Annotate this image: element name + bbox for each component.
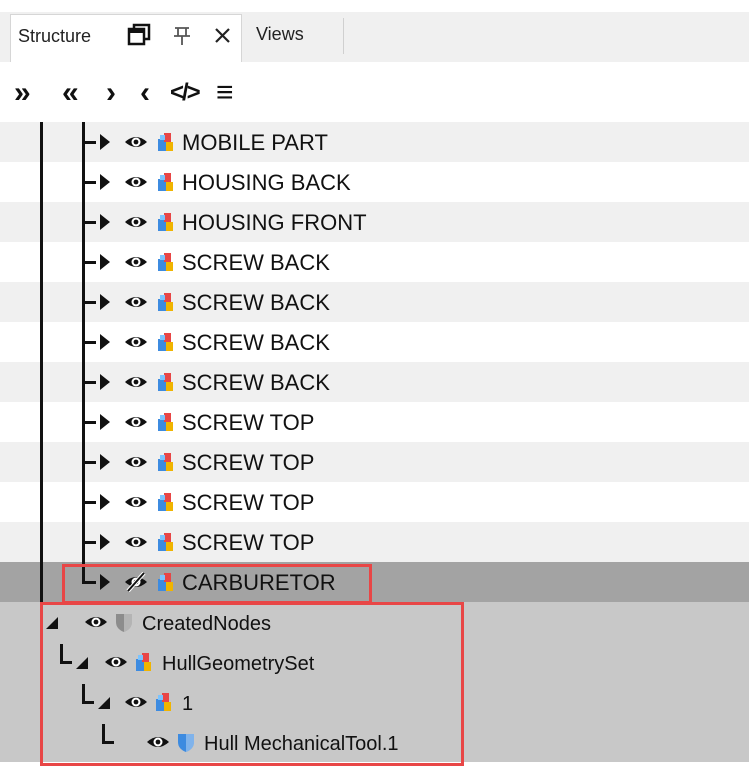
part-multicolor-icon [156, 491, 176, 518]
part-multicolor-icon [156, 531, 176, 558]
highlight-box-created-nodes [40, 602, 464, 766]
expand-all-button[interactable]: » [14, 76, 31, 110]
highlight-box-carburetor [62, 564, 372, 604]
expand-arrow-icon[interactable] [98, 253, 112, 276]
tree-node-label[interactable]: SCREW TOP [182, 451, 314, 475]
tree-connector-line [82, 381, 96, 384]
visibility-eye-icon[interactable] [124, 532, 148, 557]
tree-connector-line [82, 301, 96, 304]
tree-node-label[interactable]: SCREW BACK [182, 371, 330, 395]
tree-connector-line [82, 181, 96, 184]
part-multicolor-icon [156, 331, 176, 358]
tree-row[interactable]: HOUSING FRONT [0, 202, 749, 242]
visibility-eye-icon[interactable] [124, 452, 148, 477]
visibility-eye-icon[interactable] [124, 252, 148, 277]
code-view-button[interactable]: </> [170, 76, 201, 110]
tree-node-label[interactable]: HOUSING FRONT [182, 211, 367, 235]
tree-connector-line [82, 541, 96, 544]
expand-arrow-icon[interactable] [98, 213, 112, 236]
visibility-eye-icon[interactable] [124, 212, 148, 237]
visibility-eye-icon[interactable] [124, 492, 148, 517]
expand-arrow-icon[interactable] [98, 173, 112, 196]
tree-row[interactable]: SCREW BACK [0, 362, 749, 402]
expand-arrow-icon[interactable] [98, 413, 112, 436]
part-multicolor-icon [156, 411, 176, 438]
part-multicolor-icon [156, 291, 176, 318]
tree-node-label[interactable]: SCREW BACK [182, 331, 330, 355]
collapse-all-button[interactable]: « [62, 76, 79, 110]
part-multicolor-icon [156, 131, 176, 158]
tab-views[interactable]: Views [256, 24, 304, 45]
tree-node-label[interactable]: SCREW BACK [182, 291, 330, 315]
tree-node-label[interactable]: SCREW TOP [182, 491, 314, 515]
tree-connector-line [82, 141, 96, 144]
tree-row[interactable]: SCREW BACK [0, 322, 749, 362]
tab-structure-label[interactable]: Structure [18, 26, 91, 47]
visibility-eye-icon[interactable] [124, 412, 148, 437]
tree-row[interactable]: SCREW TOP [0, 482, 749, 522]
expand-arrow-icon[interactable] [98, 533, 112, 556]
tree-connector-line [82, 421, 96, 424]
expand-arrow-icon[interactable] [98, 293, 112, 316]
expand-arrow-icon[interactable] [98, 453, 112, 476]
tab-separator [343, 18, 344, 54]
float-window-icon[interactable] [126, 22, 152, 48]
tree-row[interactable]: SCREW TOP [0, 402, 749, 442]
pin-icon[interactable] [170, 22, 196, 48]
collapse-button[interactable]: ‹ [140, 76, 150, 110]
tree-row[interactable]: HOUSING BACK [0, 162, 749, 202]
tree-node-label[interactable]: SCREW TOP [182, 411, 314, 435]
part-multicolor-icon [156, 211, 176, 238]
tree-row[interactable]: SCREW BACK [0, 282, 749, 322]
tree-node-label[interactable]: SCREW BACK [182, 251, 330, 275]
tree-node-label[interactable]: MOBILE PART [182, 131, 328, 155]
visibility-eye-icon[interactable] [124, 292, 148, 317]
visibility-eye-icon[interactable] [124, 132, 148, 157]
tree-connector-line [82, 461, 96, 464]
tree-parent-line [40, 122, 43, 602]
tree-connector-line [82, 501, 96, 504]
expand-arrow-icon[interactable] [98, 133, 112, 156]
tree-connector-line [82, 221, 96, 224]
tree-row[interactable]: SCREW TOP [0, 442, 749, 482]
part-multicolor-icon [156, 251, 176, 278]
expand-arrow-icon[interactable] [98, 493, 112, 516]
tree-node-label[interactable]: HOUSING BACK [182, 171, 351, 195]
tree-row[interactable]: SCREW TOP [0, 522, 749, 562]
expand-button[interactable]: › [106, 76, 116, 110]
tree-connector-line [82, 261, 96, 264]
expand-arrow-icon[interactable] [98, 333, 112, 356]
tree-connector-line [82, 341, 96, 344]
tree-node-label[interactable]: SCREW TOP [182, 531, 314, 555]
structure-tree: MOBILE PART HOUSING BACK HOUSING FRONT SCRE… [0, 122, 749, 766]
panel-tab-strip: Structure Views [0, 0, 749, 62]
part-multicolor-icon [156, 171, 176, 198]
part-multicolor-icon [156, 451, 176, 478]
visibility-eye-icon[interactable] [124, 372, 148, 397]
expand-arrow-icon[interactable] [98, 373, 112, 396]
visibility-eye-icon[interactable] [124, 172, 148, 197]
part-multicolor-icon [156, 371, 176, 398]
visibility-eye-icon[interactable] [124, 332, 148, 357]
close-icon[interactable] [210, 22, 236, 48]
tree-row[interactable]: MOBILE PART [0, 122, 749, 162]
menu-button[interactable]: ≡ [216, 76, 234, 110]
tree-row[interactable]: SCREW BACK [0, 242, 749, 282]
